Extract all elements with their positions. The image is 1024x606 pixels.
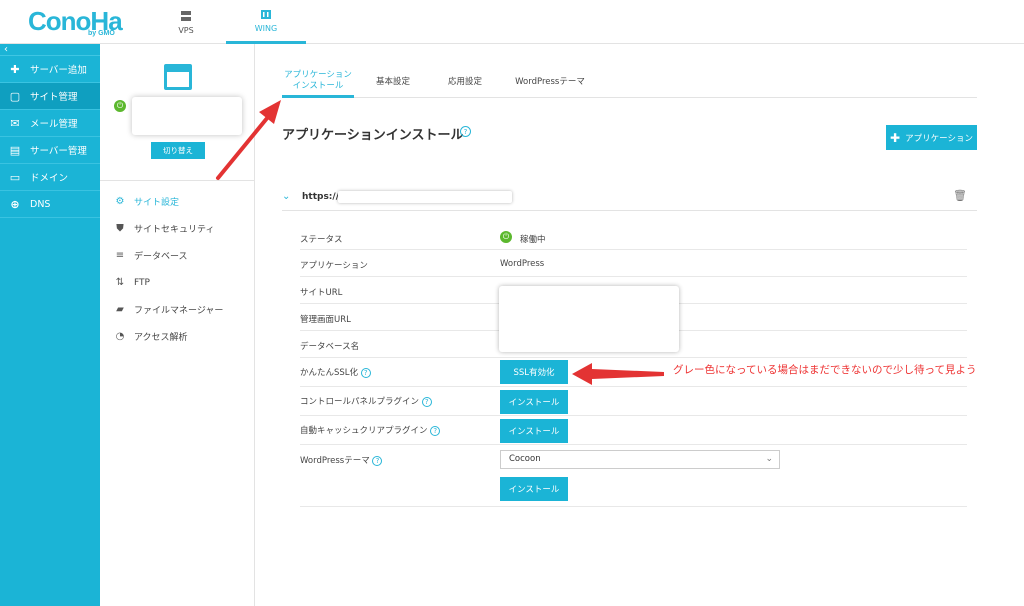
annotation-text: グレー色になっている場合はまだできないので少し待って見よう	[673, 364, 977, 376]
red-arrow-ssl	[572, 363, 664, 385]
red-arrow-tab	[216, 100, 281, 180]
annotation-arrows	[216, 100, 664, 385]
